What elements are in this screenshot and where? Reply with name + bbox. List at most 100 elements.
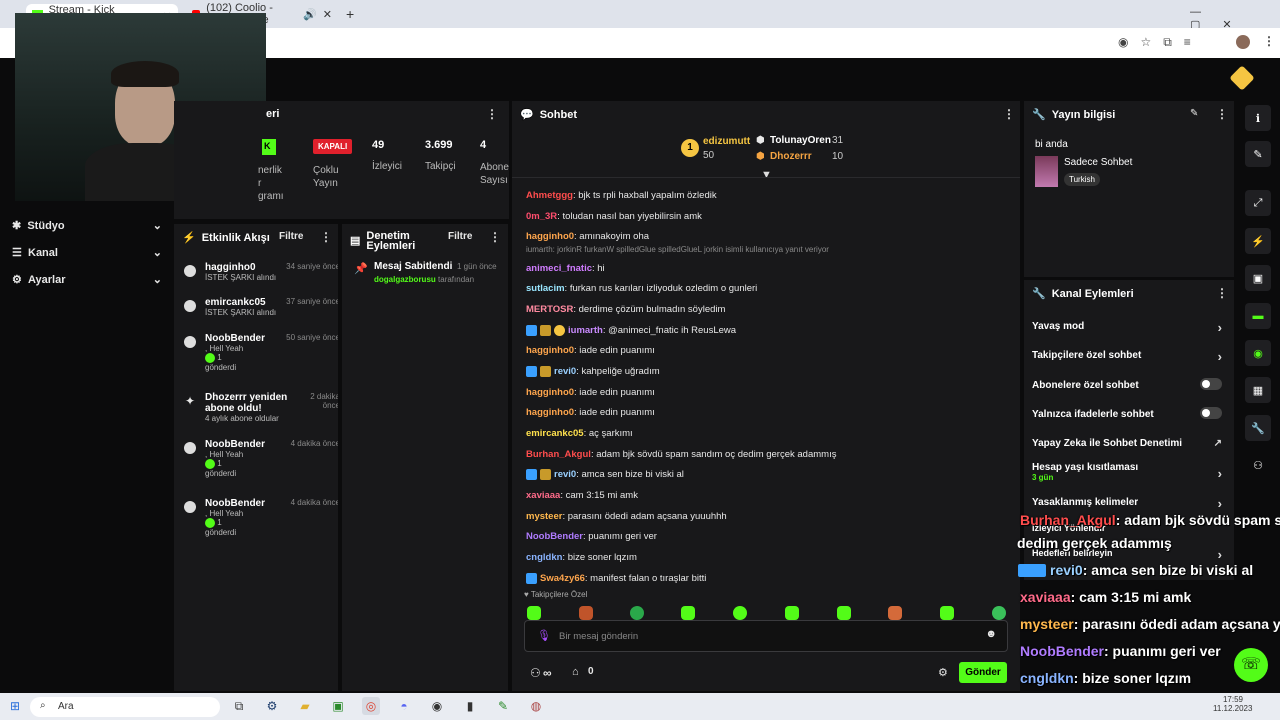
chat-username[interactable]: MERTOSR: [526, 304, 573, 315]
collapse-icon[interactable]: ▼: [761, 169, 772, 181]
emote-icon[interactable]: [785, 606, 799, 620]
more-icon[interactable]: ⋮: [489, 230, 501, 244]
panel-title: Sohbet: [539, 108, 577, 121]
chat-input[interactable]: 🎙 Bir mesaj gönderin ☻: [524, 620, 1008, 652]
chat-username[interactable]: xaviaaa: [526, 490, 560, 501]
emotes-only-toggle[interactable]: [1200, 407, 1222, 419]
toolbar-icons[interactable]: ◉☆⧉≡: [1118, 35, 1203, 50]
microphone-icon[interactable]: 🎙: [537, 629, 551, 642]
support-chat-button[interactable]: ☏: [1234, 648, 1268, 682]
emote-icon[interactable]: [579, 606, 593, 620]
chat-username[interactable]: sutlacim: [526, 283, 565, 294]
activity-username[interactable]: Dhozerrr yeniden abone oldu!: [205, 392, 292, 414]
broadcast-icon[interactable]: ◉: [1245, 340, 1271, 366]
chat-username[interactable]: hagginho0: [526, 231, 574, 242]
chat-username[interactable]: NoobBender: [526, 531, 583, 542]
action-followers-only[interactable]: Takipçilere özel sohbet ›: [1032, 349, 1222, 364]
emote-icon[interactable]: [681, 606, 695, 620]
chrome-icon[interactable]: ◎: [362, 697, 380, 715]
obs-icon[interactable]: ◉: [428, 697, 446, 715]
edit-icon[interactable]: ✎: [1190, 108, 1198, 119]
send-button[interactable]: Gönder: [959, 662, 1007, 683]
emote-icon[interactable]: [992, 606, 1006, 620]
leaderboard-name[interactable]: edizumutt: [703, 136, 750, 147]
chat-username[interactable]: cngldkn: [526, 552, 562, 563]
filter-button[interactable]: Filtre: [448, 231, 472, 242]
profile-avatar[interactable]: [1236, 35, 1250, 49]
action-banned-words[interactable]: Yasaklanmış kelimeler ›: [1032, 496, 1222, 511]
info-icon[interactable]: ℹ: [1245, 105, 1271, 131]
chat-text: : aç şarkımı: [583, 428, 633, 439]
action-label: Yalnızca ifadelerle sohbet: [1032, 409, 1154, 420]
rank-badge: 1: [681, 139, 699, 157]
users-icon[interactable]: ⚇: [1245, 452, 1271, 478]
chat-username[interactable]: animeci_fnatic: [526, 263, 592, 274]
discord-icon[interactable]: ◓: [395, 697, 413, 715]
windows-start-icon[interactable]: ⊞: [6, 697, 24, 715]
more-icon[interactable]: ⋮: [1003, 107, 1015, 121]
leaderboard-name[interactable]: Dhozerrr: [770, 151, 812, 162]
emote-icon[interactable]: [837, 606, 851, 620]
action-slow-mode[interactable]: Yavaş mod ›: [1032, 320, 1222, 335]
chat-username[interactable]: hagginho0: [526, 407, 574, 418]
more-icon[interactable]: ⋮: [1216, 107, 1228, 121]
language-tag: Turkish: [1064, 173, 1100, 186]
clipboard-icon[interactable]: ▣: [1245, 265, 1271, 291]
emote-icon[interactable]: [630, 606, 644, 620]
speaker-icon[interactable]: 🔊: [303, 8, 317, 21]
chat-username[interactable]: revi0: [554, 469, 576, 480]
action-label: Takipçilere özel sohbet: [1032, 350, 1142, 361]
file-explorer-icon[interactable]: ▰: [296, 697, 314, 715]
moderation-time: 1 gün önce: [457, 262, 497, 271]
app-icon[interactable]: ◍: [527, 697, 545, 715]
action-account-age[interactable]: Hesap yaşı kısıtlaması 3 gün ›: [1032, 462, 1222, 482]
moderator-name[interactable]: dogalgazborusu: [374, 275, 436, 284]
chat-username[interactable]: hagginho0: [526, 345, 574, 356]
chat-username[interactable]: emircankc05: [526, 428, 584, 439]
nav-studio[interactable]: ✱ Stüdyo ⌄: [12, 219, 162, 232]
song-request-icon: [184, 265, 196, 277]
more-icon[interactable]: ⋮: [486, 107, 498, 121]
nav-channel[interactable]: ☰ Kanal ⌄: [12, 246, 162, 259]
new-tab-button[interactable]: +: [346, 6, 354, 22]
bolt-icon[interactable]: ⚡: [1245, 228, 1271, 254]
subs-only-toggle[interactable]: [1200, 378, 1222, 390]
action-ai-moderation[interactable]: Yapay Zeka ile Sohbet Denetimi ↗: [1032, 438, 1222, 449]
browser-menu-icon[interactable]: ⋮: [1263, 34, 1275, 48]
emote-icon[interactable]: [940, 606, 954, 620]
epic-games-icon[interactable]: ▮: [461, 697, 479, 715]
taskbar-search[interactable]: ⌕ Ara: [30, 697, 220, 717]
chat-bubble-icon[interactable]: ▬: [1245, 303, 1271, 329]
chat-username[interactable]: 0m_3R: [526, 211, 557, 222]
more-icon[interactable]: ⋮: [1216, 286, 1228, 300]
nav-settings[interactable]: ⚙ Ayarlar ⌄: [12, 273, 162, 286]
app-icon[interactable]: ✎: [494, 697, 512, 715]
edit-icon[interactable]: ✎: [1245, 141, 1271, 167]
emote-icon[interactable]: [527, 606, 541, 620]
chat-username[interactable]: Swa4zy66: [540, 573, 585, 584]
chat-username[interactable]: hagginho0: [526, 387, 574, 398]
wrench-icon[interactable]: 🔧: [1245, 415, 1271, 441]
calendar-icon[interactable]: ▦: [1245, 377, 1271, 403]
chat-username[interactable]: Ahmetggg: [526, 190, 573, 201]
close-icon[interactable]: ✕: [323, 8, 332, 21]
clock-date: 11.12.2023: [1213, 704, 1253, 713]
chat-username[interactable]: revi0: [554, 366, 576, 377]
stream-info-header: 🔧 Yayın bilgisi: [1032, 108, 1115, 122]
chat-settings-icon[interactable]: ⚙: [938, 666, 948, 679]
more-icon[interactable]: ⋮: [320, 230, 332, 244]
category-name[interactable]: Sadece Sohbet: [1064, 157, 1132, 168]
chat-username[interactable]: Burhan_Akgul: [526, 449, 591, 460]
multistream-status-badge[interactable]: KAPALI: [313, 139, 353, 154]
filter-button[interactable]: Filtre: [279, 231, 303, 242]
chat-username[interactable]: mysteer: [526, 511, 562, 522]
emoji-icon[interactable]: ☻: [985, 628, 997, 640]
task-view-icon[interactable]: ⧉: [230, 697, 248, 715]
fullscreen-icon[interactable]: ⤢: [1245, 190, 1271, 216]
steam-icon[interactable]: ⚙: [263, 697, 281, 715]
chat-username[interactable]: iumarth: [568, 325, 603, 336]
store-icon[interactable]: ▣: [329, 697, 347, 715]
emote-icon[interactable]: [888, 606, 902, 620]
emote-icon[interactable]: [733, 606, 747, 620]
leaderboard-name[interactable]: TolunayOren: [770, 135, 831, 146]
